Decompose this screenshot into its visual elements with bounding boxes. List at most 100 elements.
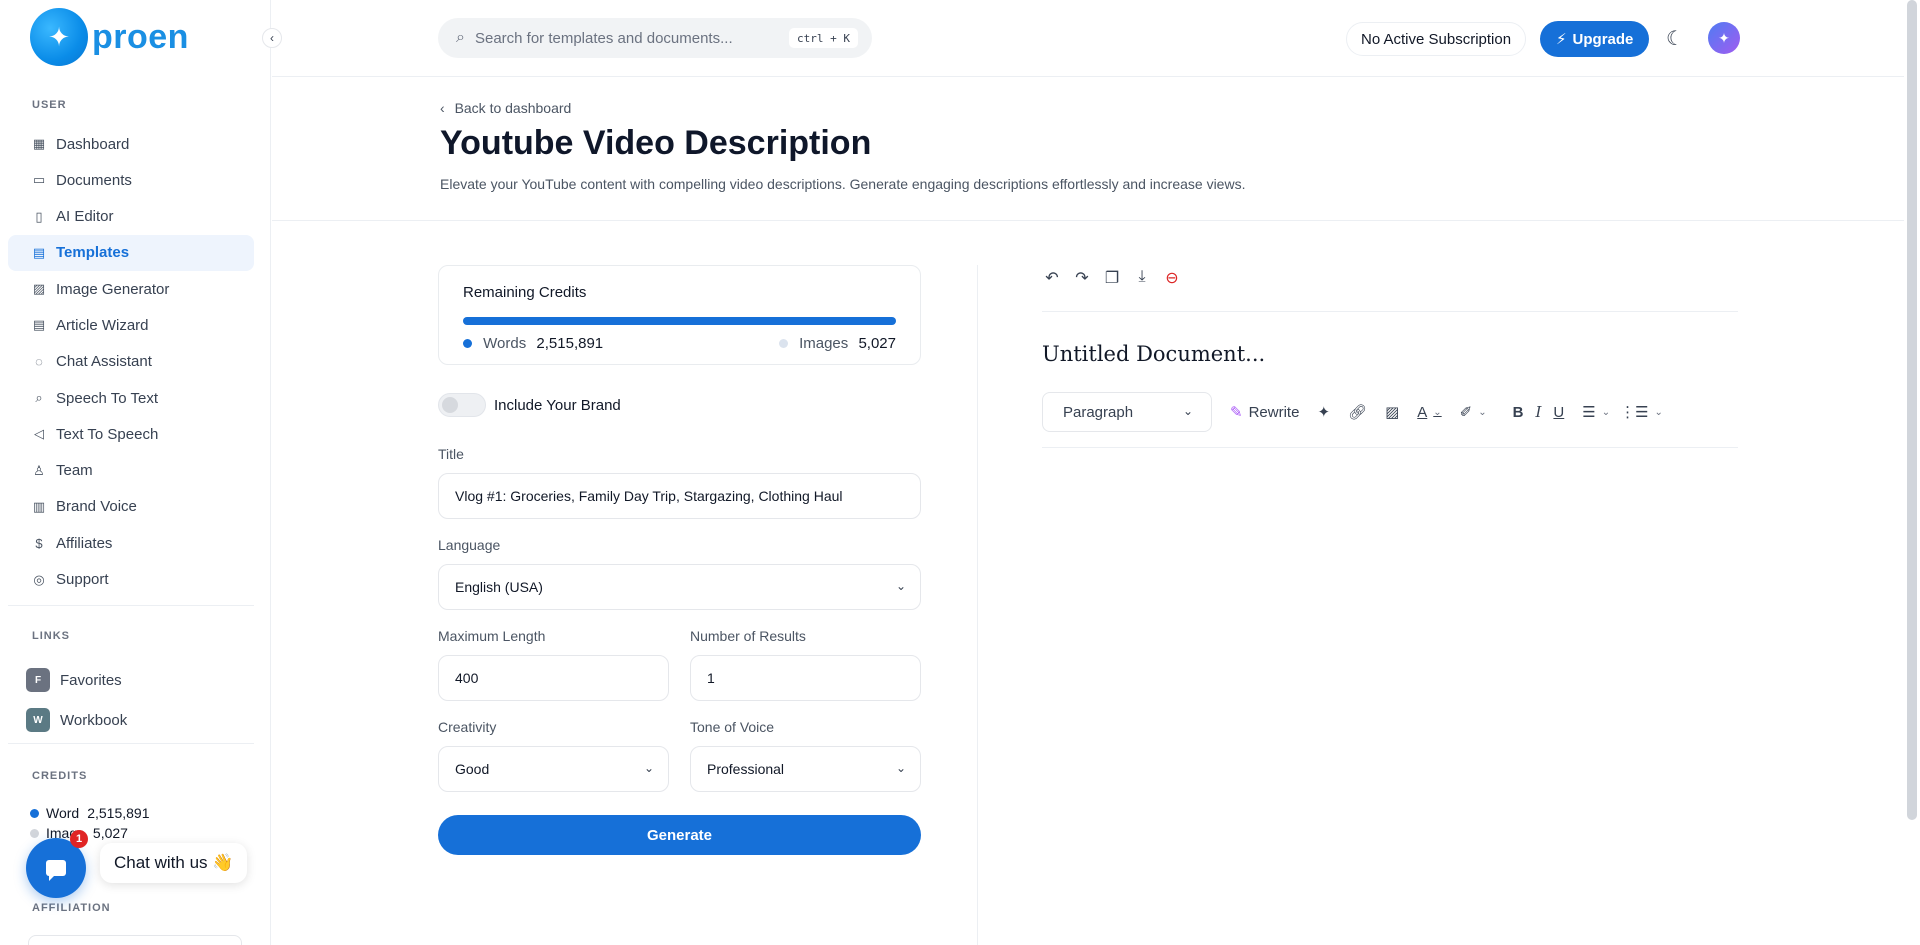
bullet-list-icon[interactable]: ☰ ⌄ bbox=[1582, 403, 1610, 421]
text-color-icon[interactable]: A ⌄ bbox=[1417, 404, 1441, 421]
editor-toolbar: Paragraph ⌄ ✎ Rewrite ✦ 🔗︎ ▨ A ⌄ ✐ ⌄ B I U… bbox=[1042, 392, 1738, 432]
results-value: 1 bbox=[707, 670, 715, 686]
sidebar-divider bbox=[8, 743, 254, 744]
user-plus-icon: ♙ bbox=[33, 462, 45, 478]
document-title[interactable]: Untitled Document... bbox=[1042, 342, 1265, 366]
clear-icon[interactable]: ⊖ bbox=[1164, 268, 1180, 288]
link-workbook[interactable]: W Workbook bbox=[26, 700, 127, 740]
undo-icon[interactable]: ↶ bbox=[1044, 268, 1060, 288]
search-input[interactable]: ⌕ Search for templates and documents... … bbox=[438, 18, 872, 58]
sidebar-item-image-generator[interactable]: ▨ Image Generator bbox=[8, 271, 254, 307]
header-divider bbox=[272, 220, 1904, 221]
chevron-down-icon: ⌄ bbox=[1478, 406, 1487, 418]
images-label: Images bbox=[799, 335, 849, 352]
tone-select[interactable]: Professional ⌄ bbox=[690, 746, 921, 792]
logo[interactable]: ✦ proen bbox=[30, 8, 189, 66]
results-field[interactable]: 1 bbox=[690, 655, 921, 701]
credits-row: Words 2,515,891 Images 5,027 bbox=[463, 335, 896, 352]
sidebar-item-speech-to-text[interactable]: ⌕ Speech To Text bbox=[8, 380, 254, 416]
sidebar-item-label: Templates bbox=[56, 244, 130, 262]
redo-icon[interactable]: ↷ bbox=[1074, 268, 1090, 288]
credits-progress-bar bbox=[463, 317, 896, 325]
max-length-field[interactable]: 400 bbox=[438, 655, 669, 701]
language-label: Language bbox=[438, 537, 501, 553]
highlight-icon[interactable]: ✐ ⌄ bbox=[1460, 403, 1487, 421]
rewrite-button[interactable]: ✎ Rewrite bbox=[1230, 403, 1299, 422]
lifebuoy-icon: ◎ bbox=[33, 571, 45, 587]
paragraph-label: Paragraph bbox=[1063, 403, 1134, 421]
sidebar-links: F Favorites W Workbook bbox=[26, 660, 127, 740]
sidebar-item-affiliates[interactable]: $ Affiliates bbox=[8, 525, 254, 561]
language-select[interactable]: English (USA) ⌄ bbox=[438, 564, 921, 610]
title-value: Vlog #1: Groceries, Family Day Trip, Sta… bbox=[455, 488, 843, 504]
editor-actions: ↶ ↷ ❐ ⤓ ⊖ bbox=[1044, 268, 1180, 288]
columns-icon: ▥ bbox=[32, 498, 46, 514]
chevron-down-icon: ⌄ bbox=[1433, 406, 1442, 418]
avatar[interactable]: ✦ bbox=[1708, 22, 1740, 54]
sidebar-item-chat-assistant[interactable]: ◌ Chat Assistant bbox=[8, 344, 254, 380]
image-credits-value: 5,027 bbox=[92, 825, 128, 841]
sidebar-item-dashboard[interactable]: ▦ Dashboard bbox=[8, 126, 254, 162]
page-scrollbar[interactable] bbox=[1907, 0, 1917, 820]
italic-icon[interactable]: I bbox=[1535, 403, 1541, 421]
dollar-icon: $ bbox=[35, 535, 43, 551]
include-brand-label: Include Your Brand bbox=[494, 396, 621, 414]
words-label: Words bbox=[483, 335, 527, 352]
sidebar-item-text-to-speech[interactable]: ◁ Text To Speech bbox=[8, 416, 254, 452]
images-credit: Images 5,027 bbox=[778, 335, 896, 352]
upgrade-button[interactable]: ⚡ Upgrade bbox=[1540, 21, 1650, 57]
creativity-value: Good bbox=[455, 761, 490, 777]
topbar: ⌕ Search for templates and documents... … bbox=[272, 0, 1904, 77]
link-label: Favorites bbox=[60, 671, 122, 689]
chevron-down-icon: ⌄ bbox=[895, 579, 906, 593]
download-icon[interactable]: ⤓ bbox=[1134, 268, 1150, 288]
collapse-sidebar-button[interactable]: ‹ bbox=[262, 28, 282, 48]
sidebar-item-label: Image Generator bbox=[56, 280, 170, 298]
section-label-affiliation: AFFILIATION bbox=[32, 902, 111, 914]
generate-button[interactable]: Generate bbox=[438, 815, 921, 855]
words-credit: Words 2,515,891 bbox=[463, 335, 603, 352]
word-dot-icon bbox=[30, 808, 39, 818]
dark-mode-toggle-icon[interactable]: ☾ bbox=[1666, 26, 1684, 51]
paragraph-select[interactable]: Paragraph ⌄ bbox=[1042, 392, 1212, 432]
chevron-down-icon: ⌄ bbox=[1654, 406, 1663, 418]
max-length-label: Maximum Length bbox=[438, 628, 546, 644]
include-brand-toggle[interactable] bbox=[438, 393, 486, 417]
title-label: Title bbox=[438, 446, 464, 462]
affiliation-card[interactable] bbox=[28, 935, 242, 945]
chat-with-us-pill[interactable]: Chat with us 👋 bbox=[100, 843, 248, 883]
chevron-down-icon: ⌄ bbox=[895, 761, 906, 775]
logo-text: proen bbox=[92, 17, 189, 56]
creativity-select[interactable]: Good ⌄ bbox=[438, 746, 669, 792]
link-label: Workbook bbox=[60, 711, 128, 729]
bold-icon[interactable]: B bbox=[1513, 404, 1524, 421]
back-link[interactable]: ‹ Back to dashboard bbox=[440, 100, 571, 116]
sidebar-item-ai-editor[interactable]: ▯ AI Editor bbox=[8, 199, 254, 235]
sidebar-item-team[interactable]: ♙ Team bbox=[8, 453, 254, 489]
back-label: Back to dashboard bbox=[454, 100, 572, 116]
creativity-label: Creativity bbox=[438, 719, 497, 735]
sidebar-item-templates[interactable]: ▤ Templates bbox=[8, 234, 254, 271]
chevron-left-icon: ‹ bbox=[270, 31, 274, 45]
sidebar-item-documents[interactable]: ▭ Documents bbox=[8, 162, 254, 198]
copy-icon[interactable]: ❐ bbox=[1104, 268, 1120, 288]
language-value: English (USA) bbox=[455, 579, 543, 595]
word-credits-row: Word 2,515,891 bbox=[30, 803, 150, 823]
sidebar-item-article-wizard[interactable]: ▤ Article Wizard bbox=[8, 307, 254, 343]
file-text-icon: ▤ bbox=[32, 244, 46, 260]
page-title: Youtube Video Description bbox=[440, 124, 872, 162]
link-favorites[interactable]: F Favorites bbox=[26, 660, 127, 700]
sidebar-item-support[interactable]: ◎ Support bbox=[8, 562, 254, 598]
mic-icon: ⌕ bbox=[35, 390, 43, 406]
numbered-list-icon[interactable]: ⋮☰ ⌄ bbox=[1620, 403, 1663, 421]
tone-label: Tone of Voice bbox=[690, 719, 775, 735]
sidebar-item-brand-voice[interactable]: ▥ Brand Voice bbox=[8, 489, 254, 525]
ai-sparkle-icon[interactable]: ✦ bbox=[1317, 403, 1330, 421]
underline-icon[interactable]: U bbox=[1553, 404, 1564, 421]
image-icon[interactable]: ▨ bbox=[1385, 403, 1399, 421]
link-icon[interactable]: 🔗︎ bbox=[1348, 403, 1367, 421]
subscription-status[interactable]: No Active Subscription bbox=[1346, 22, 1527, 56]
sidebar-item-label: Dashboard bbox=[56, 135, 130, 153]
book-icon: ▯ bbox=[35, 208, 43, 224]
title-field[interactable]: Vlog #1: Groceries, Family Day Trip, Sta… bbox=[438, 473, 921, 519]
